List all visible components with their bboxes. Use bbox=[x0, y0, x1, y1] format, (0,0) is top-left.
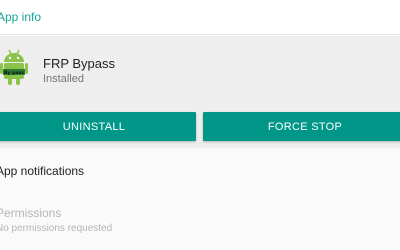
permissions-title: Permissions bbox=[0, 206, 62, 220]
app-name: FRP Bypass bbox=[43, 56, 116, 71]
permissions-item: Permissions No permissions requested bbox=[0, 196, 400, 246]
android-robot-icon: By pass bbox=[0, 48, 28, 86]
app-notifications-label: App notifications bbox=[0, 164, 85, 178]
app-info-screen: App info By pass FRP Bypass Installed UN… bbox=[0, 0, 400, 250]
permissions-subtitle: No permissions requested bbox=[0, 223, 113, 234]
action-buttons-row: UNINSTALL FORCE STOP bbox=[0, 102, 400, 148]
app-summary-card: By pass FRP Bypass Installed bbox=[0, 36, 400, 102]
uninstall-button[interactable]: UNINSTALL bbox=[0, 112, 196, 141]
app-bar: App info bbox=[0, 0, 400, 35]
force-stop-button-label: FORCE STOP bbox=[267, 120, 343, 133]
uninstall-button-label: UNINSTALL bbox=[62, 120, 126, 133]
page-title: App info bbox=[0, 10, 42, 24]
app-notifications-item[interactable]: App notifications bbox=[0, 152, 400, 192]
app-install-status: Installed bbox=[43, 73, 84, 85]
force-stop-button[interactable]: FORCE STOP bbox=[203, 112, 400, 141]
svg-text:By pass: By pass bbox=[4, 70, 24, 76]
